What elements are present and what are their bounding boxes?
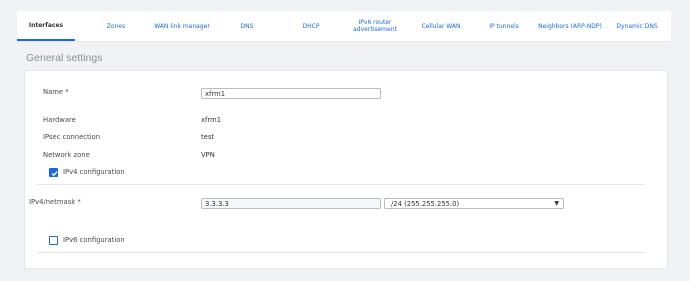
ipsec-connection-label: IPsec connection <box>43 133 101 141</box>
ipv4-configuration-label: IPv4 configuration <box>63 168 125 176</box>
netmask-select-value: /24 (255.255.255.0) <box>391 200 460 208</box>
tab-dynamic-dns[interactable]: Dynamic DNS <box>609 11 665 41</box>
network-zone-value: VPN <box>201 151 215 159</box>
tab-cellular-wan[interactable]: Cellular WAN <box>413 11 469 41</box>
section-title: General settings <box>26 52 103 64</box>
hardware-label: Hardware <box>43 116 76 124</box>
ipv6-configuration-label: IPv6 configuration <box>63 236 125 244</box>
netmask-select[interactable]: /24 (255.255.255.0) ▼ <box>384 198 564 209</box>
name-input[interactable]: xfrm1 <box>201 88 381 99</box>
tab-ip-tunnels[interactable]: IP tunnels <box>479 11 529 41</box>
ipv6-configuration-checkbox[interactable] <box>49 236 58 245</box>
general-settings-panel: Name * xfrm1 Hardware xfrm1 IPsec connec… <box>24 70 668 269</box>
divider <box>37 252 645 253</box>
chevron-down-icon: ▼ <box>554 200 559 207</box>
ipsec-connection-value: test <box>201 133 215 141</box>
tab-dhcp[interactable]: DHCP <box>289 11 333 41</box>
ipv4-address-input[interactable]: 3.3.3.3 <box>201 198 381 209</box>
tab-interfaces[interactable]: Interfaces <box>17 11 75 41</box>
divider <box>37 184 645 185</box>
tab-neighbors[interactable]: Neighbors (ARP-NDP) <box>537 11 603 41</box>
network-zone-label: Network zone <box>43 151 90 159</box>
tab-bar: Interfaces Zones WAN link manager DNS DH… <box>17 11 671 42</box>
tab-dns[interactable]: DNS <box>227 11 267 41</box>
name-label: Name * <box>43 88 69 96</box>
hardware-value: xfrm1 <box>201 116 222 124</box>
tab-ipv6-router-advertisement[interactable]: IPv6 router advertisement <box>345 11 405 41</box>
tab-wan-link-manager[interactable]: WAN link manager <box>147 11 217 41</box>
tab-zones[interactable]: Zones <box>93 11 139 41</box>
ipv4-configuration-checkbox[interactable] <box>49 168 58 177</box>
check-icon <box>51 171 58 177</box>
ipv4-netmask-label: IPv4/netmask * <box>29 198 81 206</box>
